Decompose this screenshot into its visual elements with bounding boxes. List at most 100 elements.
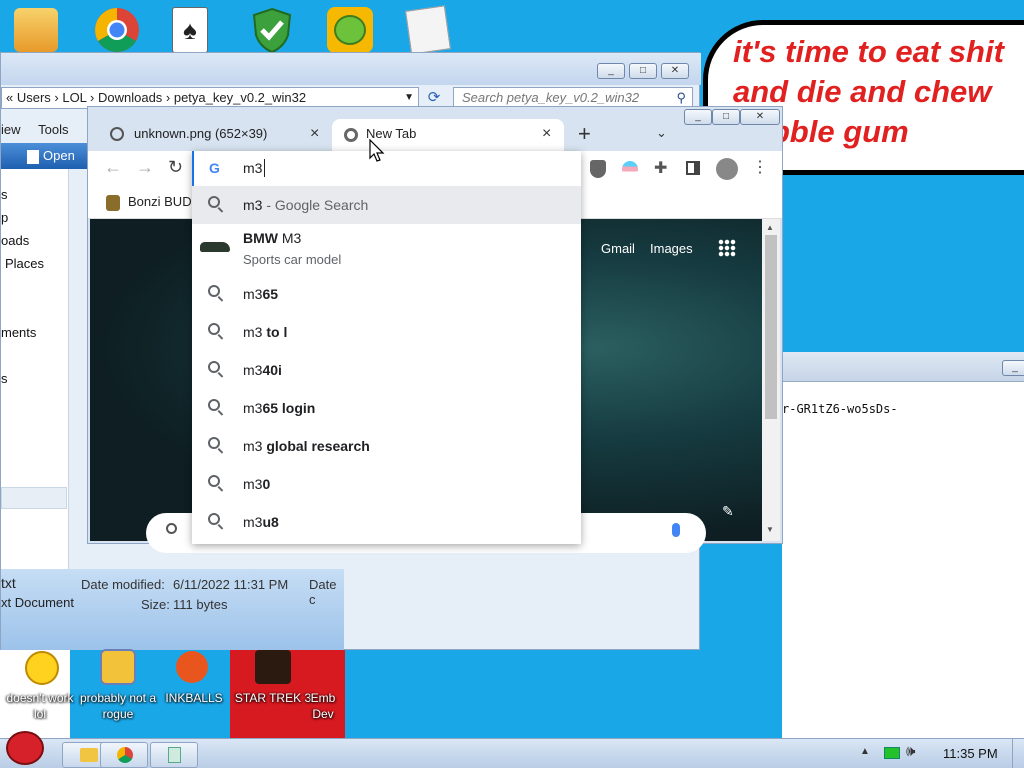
search-icon — [208, 285, 220, 297]
ublock-icon[interactable] — [590, 160, 606, 178]
images-link[interactable]: Images — [650, 241, 693, 256]
desktop-icon-computer[interactable] — [6, 4, 66, 56]
start-button[interactable] — [6, 731, 48, 768]
nav-item-recent-places[interactable]: Places — [5, 256, 44, 271]
document-icon — [405, 5, 451, 55]
desktop-icon-star-trek[interactable] — [243, 646, 303, 688]
search-icon — [208, 323, 220, 335]
nav-selected-row[interactable] — [1, 487, 67, 509]
minimize-button[interactable]: _ — [597, 63, 625, 79]
scroll-up-arrow[interactable]: ▲ — [766, 223, 774, 232]
microphone-icon[interactable] — [672, 523, 680, 537]
suggestion-row[interactable]: m3 to l — [192, 313, 581, 351]
close-button[interactable]: ✕ — [740, 109, 780, 125]
gear-icon — [100, 649, 136, 685]
pride-extension-icon[interactable] — [622, 161, 638, 177]
notepad-window[interactable]: _ r-GR1tZ6-wo5sDs- — [782, 352, 1024, 738]
new-tab-button[interactable]: + — [578, 121, 591, 147]
search-icon — [208, 475, 220, 487]
scroll-thumb[interactable] — [765, 235, 777, 419]
customize-pencil-icon[interactable]: ✎ — [722, 503, 734, 520]
smiley-icon — [25, 651, 59, 685]
apps-grid-icon[interactable] — [718, 239, 736, 257]
reload-icon[interactable]: ↻ — [168, 157, 183, 178]
menu-tools[interactable]: Tools — [38, 122, 68, 137]
menu-dots-icon[interactable]: ⋮ — [752, 157, 768, 177]
suggestion-row[interactable]: m3 - Google Search — [192, 186, 581, 224]
close-button[interactable]: ✕ — [661, 63, 689, 79]
search-icon — [208, 437, 220, 449]
explorer-titlebar[interactable]: _ □ ✕ — [1, 53, 701, 85]
desktop-icon-angry-birds-pigs[interactable] — [320, 4, 380, 56]
taskbar-notepad-button[interactable] — [150, 742, 198, 768]
nav-item[interactable]: s — [1, 371, 8, 386]
notepad-titlebar[interactable]: _ — [782, 352, 1024, 382]
tab-search-icon[interactable]: ⌄ — [656, 125, 667, 141]
suggestion-row[interactable]: m30 — [192, 465, 581, 503]
nav-item-downloads[interactable]: oads — [1, 233, 29, 248]
notepad-icon — [168, 747, 181, 763]
back-icon[interactable]: ← — [104, 157, 122, 178]
suggestion-row[interactable]: m3u8 — [192, 503, 581, 541]
tab-unknown-png[interactable]: unknown.png (652×39) × — [94, 119, 330, 149]
suggestion-row[interactable]: m365 login — [192, 389, 581, 427]
bookmark-bonzi[interactable]: Bonzi BUDD — [128, 194, 201, 209]
desktop-icon-document[interactable] — [398, 4, 458, 56]
gmail-link[interactable]: Gmail — [601, 241, 635, 256]
volume-icon[interactable]: 🕪 — [906, 743, 915, 760]
chevron-down-icon[interactable]: ▼ — [404, 88, 414, 108]
suggestion-row[interactable]: m3 global research — [192, 427, 581, 465]
breadcrumb[interactable]: « Users › LOL › Downloads › petya_key_v0… — [6, 90, 306, 105]
extensions-icon[interactable]: ✚ — [654, 158, 667, 178]
file-type: xt Document — [1, 595, 74, 610]
omnibox-input[interactable]: G m3 — [192, 151, 581, 187]
nav-item-documents[interactable]: ments — [1, 325, 36, 340]
search-icon[interactable]: ⚲ — [676, 88, 686, 108]
text-cursor — [264, 159, 265, 177]
omnibox-text[interactable]: m3 — [243, 160, 262, 176]
nav-item[interactable]: s — [1, 187, 8, 202]
desktop-icon-inkballs[interactable] — [162, 646, 222, 688]
scroll-down-arrow[interactable]: ▼ — [766, 525, 774, 534]
show-hidden-icons-arrow[interactable]: ▲ — [860, 746, 870, 757]
suggestion-row[interactable]: m365 — [192, 275, 581, 313]
car-thumbnail-icon — [200, 242, 230, 252]
desktop-icon-security[interactable] — [242, 4, 302, 56]
omnibox-dropdown: G m3 m3 - Google Search BMW M3 Sports ca… — [192, 151, 581, 544]
profile-avatar[interactable] — [716, 158, 738, 180]
search-icon — [208, 399, 220, 411]
desktop-icon-chrome[interactable] — [87, 4, 147, 56]
show-desktop-button[interactable] — [1012, 739, 1024, 768]
shield-icon — [252, 7, 292, 53]
nav-item[interactable]: p — [1, 210, 8, 225]
suggestion-row[interactable]: m340i — [192, 351, 581, 389]
desktop-icon-probably-not-a-rogue[interactable] — [88, 646, 148, 688]
side-panel-icon[interactable] — [686, 161, 700, 175]
maximize-button[interactable]: □ — [629, 63, 657, 79]
chrome-icon — [117, 747, 133, 763]
search-icon — [208, 513, 220, 525]
close-tab-icon[interactable]: × — [542, 119, 551, 149]
taskbar-chrome-button[interactable] — [100, 742, 148, 768]
date-modified-value: 6/11/2022 11:31 PM — [173, 577, 289, 592]
menu-view[interactable]: iew — [1, 122, 21, 137]
close-tab-icon[interactable]: × — [310, 119, 319, 149]
desktop-icon-solitaire[interactable]: ♠ — [160, 4, 220, 56]
tab-new-tab[interactable]: New Tab × — [332, 119, 564, 151]
search-icon — [208, 196, 220, 208]
details-pane: txt xt Document Date modified: 6/11/2022… — [1, 569, 344, 651]
minimize-button[interactable]: _ — [684, 109, 712, 125]
network-icon[interactable] — [884, 747, 900, 759]
suggestion-row-entity[interactable]: BMW M3 Sports car model — [192, 224, 581, 270]
folder-icon — [80, 748, 98, 762]
ball-icon — [176, 651, 208, 683]
scrollbar[interactable]: ▲ ▼ — [762, 219, 780, 541]
menu-bar: iew Tools — [1, 119, 91, 141]
maximize-button[interactable]: □ — [712, 109, 740, 125]
desktop-icon-doesnt-work[interactable] — [12, 648, 72, 688]
globe-icon — [110, 127, 124, 141]
clock[interactable]: 11:35 PM — [943, 746, 998, 761]
forward-icon[interactable]: → — [136, 157, 154, 178]
open-button[interactable]: Open — [27, 143, 75, 169]
minimize-button[interactable]: _ — [1002, 360, 1024, 376]
